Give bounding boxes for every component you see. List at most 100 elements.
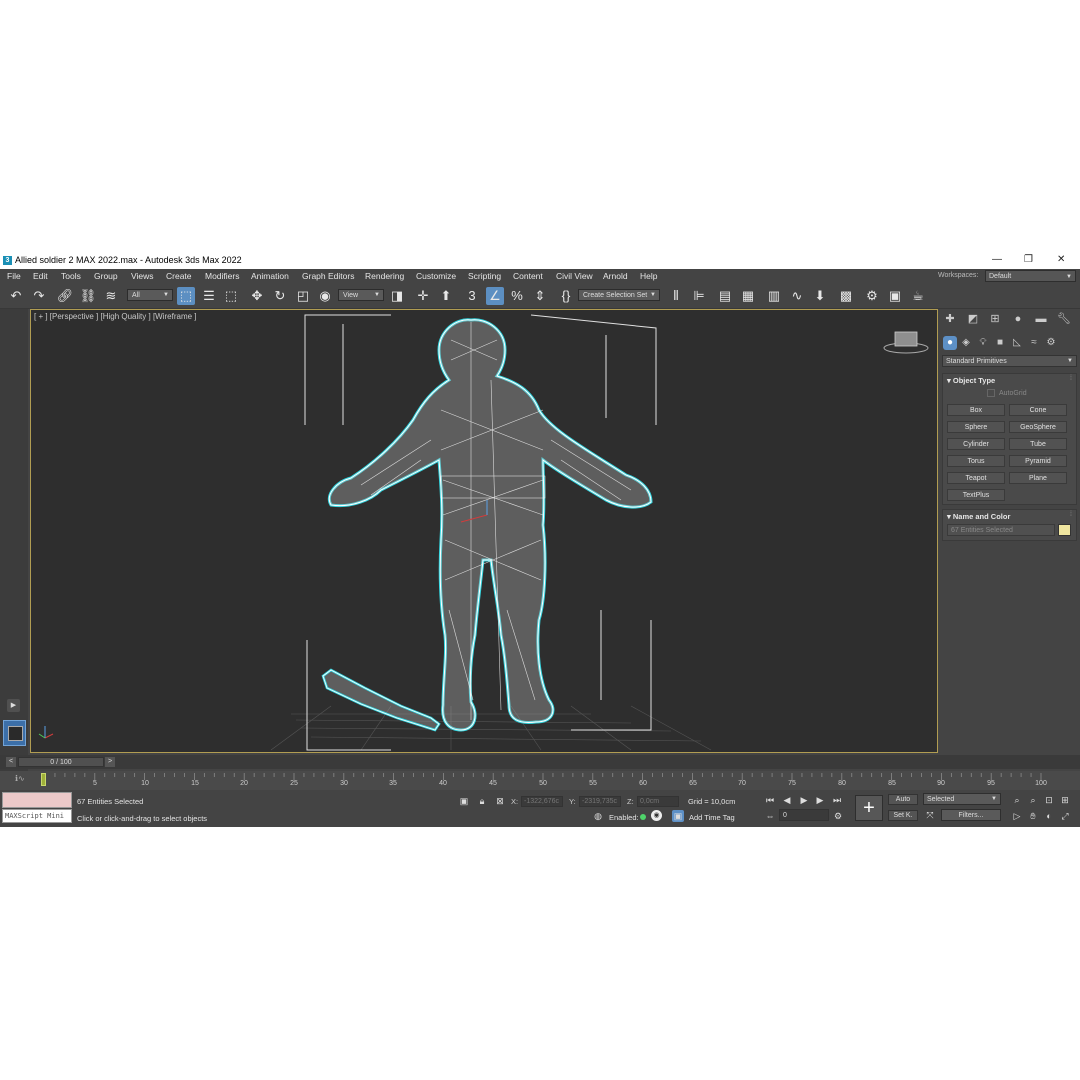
menu-customize[interactable]: Customize [416,271,456,281]
percent-snap-icon[interactable]: % [508,287,526,305]
time-configuration-icon[interactable]: ⚙ [832,810,844,822]
minimize-button[interactable]: — [992,254,1002,265]
previous-frame-icon[interactable]: ◀ [781,794,793,806]
select-by-name-icon[interactable]: ☰ [200,287,218,305]
menu-edit[interactable]: Edit [33,271,48,281]
lights-icon[interactable]: 💡︎ [976,336,990,350]
pan-view-icon[interactable]: ✋︎ [1027,810,1039,822]
x-coord-field[interactable]: -1322,676c [521,796,563,807]
space-warps-icon[interactable]: ≈ [1027,336,1041,350]
primitive-category-dropdown[interactable]: Standard Primitives ▼ [942,355,1077,367]
pyramid-button[interactable]: Pyramid [1009,455,1067,467]
adaptive-degradation-icon[interactable]: ◍ [592,810,604,822]
isolate-selection-icon[interactable]: ▣ [458,795,470,807]
menu-create[interactable]: Create [166,271,192,281]
field-of-view-icon[interactable]: ▷ [1011,810,1023,822]
select-manipulate-icon[interactable]: ✛ [414,287,432,305]
cone-button[interactable]: Cone [1009,404,1067,416]
go-to-start-icon[interactable]: ⏮ [764,794,776,806]
maxscript-listener-output[interactable] [2,792,72,808]
cylinder-button[interactable]: Cylinder [947,438,1005,450]
shapes-icon[interactable]: ◈ [959,336,973,350]
toggle-enabled-icon[interactable]: ◉ [651,810,662,821]
next-frame-icon[interactable]: ▶ [814,794,826,806]
time-slider-prev-button[interactable]: < [6,757,16,767]
menu-graph-editors[interactable]: Graph Editors [302,271,354,281]
modify-tab-icon[interactable]: ◩ [965,312,981,326]
autogrid-checkbox[interactable]: AutoGrid [987,389,1027,397]
named-selection-dropdown[interactable]: Create Selection Set ▼ [578,289,660,301]
place-icon[interactable]: ◉ [316,287,334,305]
schematic-view-icon[interactable]: ⬇ [811,287,829,305]
menu-group[interactable]: Group [94,271,118,281]
rotate-icon[interactable]: ↻ [271,287,289,305]
redo-icon[interactable]: ↷ [30,287,48,305]
time-tag-icon[interactable]: ▣ [672,810,684,822]
orbit-icon[interactable]: ◐ [1043,810,1055,822]
helpers-icon[interactable]: ◺ [1010,336,1024,350]
menu-arnold[interactable]: Arnold [603,271,628,281]
unlink-icon[interactable]: ⛓︎ [79,287,97,305]
add-time-tag-label[interactable]: Add Time Tag [689,813,735,822]
menu-modifiers[interactable]: Modifiers [205,271,239,281]
time-slider-next-button[interactable]: > [105,757,115,767]
hierarchy-tab-icon[interactable]: ⊞ [987,312,1003,326]
menu-animation[interactable]: Animation [251,271,289,281]
align-icon[interactable]: ⊫ [690,287,708,305]
plane-button[interactable]: Plane [1009,472,1067,484]
time-slider[interactable]: 0 / 100 [18,757,104,767]
auto-key-button[interactable]: Auto [888,794,918,805]
teapot-button[interactable]: Teapot [947,472,1005,484]
absolute-mode-icon[interactable]: ⊠ [494,795,506,807]
key-filters-button[interactable]: Filters... [941,809,1001,821]
maximize-viewport-icon[interactable]: ⤢ [1059,810,1071,822]
y-coord-field[interactable]: -2319,735c [579,796,621,807]
menu-views[interactable]: Views [131,271,154,281]
display-tab-icon[interactable]: ▬ [1033,312,1049,326]
menu-content[interactable]: Content [513,271,543,281]
menu-file[interactable]: File [7,271,21,281]
workspaces-dropdown[interactable]: Default ▼ [985,270,1076,282]
viewcube[interactable] [883,331,929,354]
object-name-field[interactable]: 67 Entities Selected [947,524,1055,536]
link-icon[interactable]: 🔗︎ [56,287,74,305]
edit-named-selection-icon[interactable]: {} [557,287,575,305]
zoom-all-icon[interactable]: ⌕ [1027,794,1039,806]
cameras-icon[interactable]: ■ [993,336,1007,350]
object-type-title[interactable]: ▾ Object Type [947,376,995,385]
select-object-icon[interactable]: ⬚ [177,287,195,305]
expand-arrow-icon[interactable]: ▶ [7,699,20,712]
maxscript-mini-input[interactable]: MAXScript Mini [2,809,72,823]
menu-tools[interactable]: Tools [61,271,81,281]
rendered-frame-window-icon[interactable]: ▣ [886,287,904,305]
viewport-label[interactable]: [ + ] [Perspective ] [High Quality ] [Wi… [34,312,197,321]
set-key-button[interactable]: + [855,795,883,821]
viewport-layout-button[interactable] [3,720,26,746]
torus-button[interactable]: Torus [947,455,1005,467]
rectangular-selection-icon[interactable]: ⬚ [222,287,240,305]
go-to-end-icon[interactable]: ⏭ [831,794,843,806]
bind-space-warp-icon[interactable]: ≋ [102,287,120,305]
utilities-tab-icon[interactable]: 🔧︎ [1056,312,1072,326]
play-icon[interactable]: ▶ [798,794,810,806]
scale-icon[interactable]: ◰ [294,287,312,305]
reference-coordinate-dropdown[interactable]: View ▼ [338,289,384,301]
angle-snap-icon[interactable]: ∠ [486,287,504,305]
spinner-snap-icon[interactable]: ⇕ [531,287,549,305]
maximize-button[interactable]: ❐ [1024,254,1033,265]
zoom-extents-all-icon[interactable]: ⊞ [1059,794,1071,806]
track-bar[interactable]: ℹ∿ 5 10 15 20 25 30 35 40 45 50 55 60 65… [0,771,1080,790]
keyboard-shortcut-override-icon[interactable]: ⬆ [437,287,455,305]
mini-curve-editor-icon[interactable]: ℹ∿ [15,774,25,783]
geometry-icon[interactable]: ● [943,336,957,350]
move-icon[interactable]: ✥ [248,287,266,305]
textplus-button[interactable]: TextPlus [947,489,1005,501]
create-tab-icon[interactable]: ✚ [942,312,958,326]
sphere-button[interactable]: Sphere [947,421,1005,433]
z-coord-field[interactable]: 0,0cm [637,796,679,807]
curve-editor-icon[interactable]: ∿ [788,287,806,305]
geosphere-button[interactable]: GeoSphere [1009,421,1067,433]
default-in-out-tangents-icon[interactable]: ⤧ [924,809,936,821]
current-frame-field[interactable]: 0 [779,809,829,821]
systems-icon[interactable]: ⚙ [1044,336,1058,350]
